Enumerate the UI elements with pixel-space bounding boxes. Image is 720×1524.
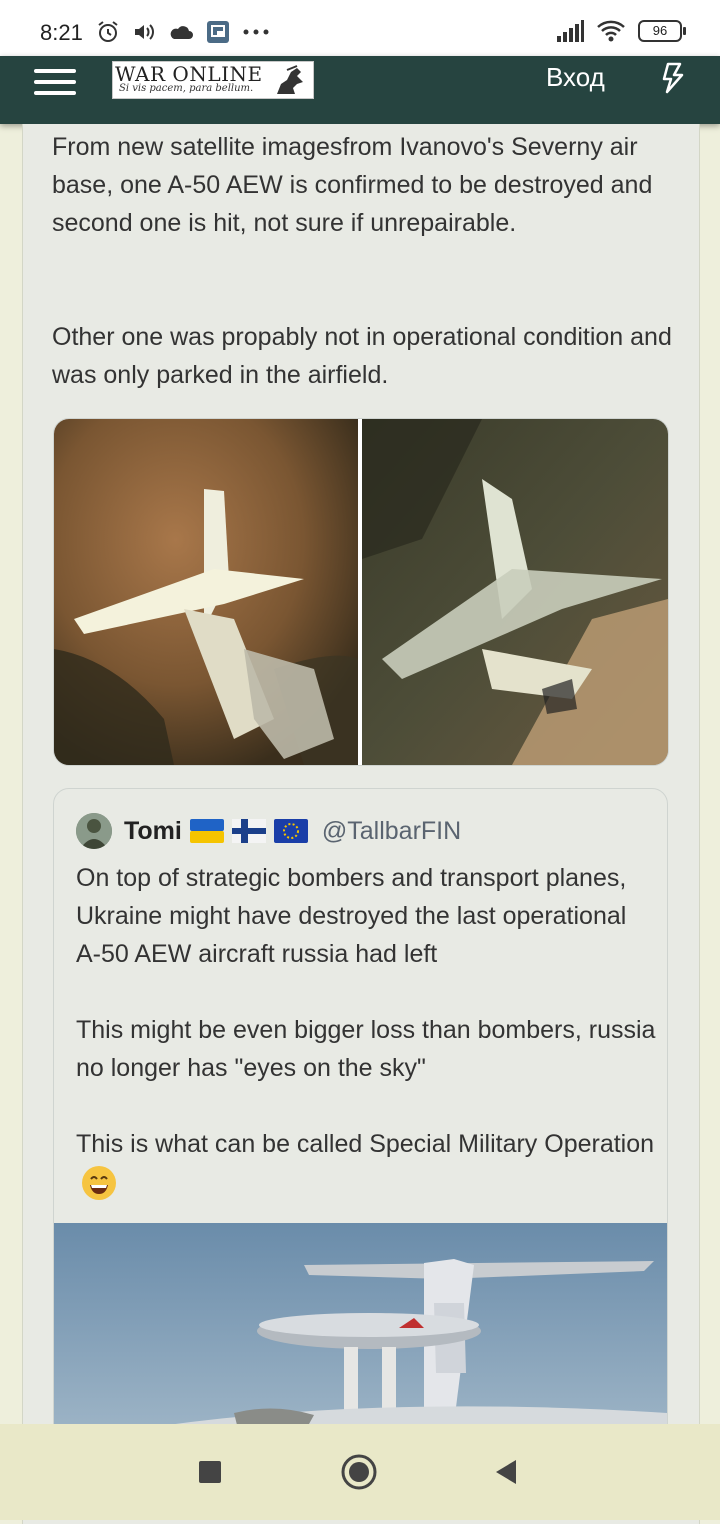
battery-icon: 96 bbox=[638, 20, 686, 42]
alarm-icon bbox=[98, 21, 118, 42]
author-handle[interactable]: @TallbarFIN bbox=[322, 817, 461, 846]
knight-horse-icon bbox=[277, 65, 303, 94]
login-link[interactable]: Вход bbox=[546, 62, 605, 93]
tweet-paragraph: This might be even bigger loss than bomb… bbox=[76, 1016, 656, 1082]
satellite-image-1[interactable] bbox=[54, 419, 358, 765]
signal-icon bbox=[557, 20, 584, 42]
cloud-icon bbox=[170, 26, 193, 39]
tweet-text: This is what can be called Special Milit… bbox=[76, 1130, 655, 1158]
tweet-paragraph: On top of strategic bombers and transpor… bbox=[76, 864, 627, 968]
lightning-icon[interactable] bbox=[659, 62, 685, 94]
wifi-icon bbox=[597, 20, 625, 42]
eu-flag-icon bbox=[273, 819, 308, 843]
quoted-tweet[interactable]: Tomi @TallbarFIN On top of strategic bom… bbox=[53, 788, 668, 1490]
aircraft-photo[interactable] bbox=[54, 1223, 667, 1433]
home-icon[interactable] bbox=[341, 1454, 377, 1490]
logo-motto: Si vis pacem, para bellum. bbox=[119, 83, 254, 94]
tweet-paragraph: This is what can be called Special Milit… bbox=[76, 1125, 656, 1201]
cast-icon bbox=[207, 21, 229, 43]
site-header: WAR ONLINE Si vis pacem, para bellum. Вх… bbox=[0, 56, 720, 124]
menu-icon[interactable] bbox=[34, 62, 76, 98]
system-navigation-bar bbox=[0, 1424, 720, 1520]
site-logo[interactable]: WAR ONLINE Si vis pacem, para bellum. bbox=[112, 61, 314, 99]
satellite-image-gallery[interactable] bbox=[53, 418, 669, 766]
ukraine-flag-icon bbox=[189, 819, 224, 843]
post-paragraph: From new satellite imagesfrom Ivanovo's … bbox=[52, 133, 653, 237]
more-dots-icon bbox=[243, 29, 269, 35]
satellite-image-2[interactable] bbox=[362, 419, 668, 765]
status-bar: 8:21 96 bbox=[0, 0, 720, 56]
tweet-author: Tomi @TallbarFIN bbox=[76, 813, 461, 849]
avatar[interactable] bbox=[76, 813, 112, 849]
back-icon[interactable] bbox=[494, 1458, 518, 1486]
clock: 8:21 bbox=[40, 20, 83, 45]
grinning-emoji bbox=[82, 1166, 116, 1201]
volume-icon bbox=[135, 24, 154, 40]
author-name[interactable]: Tomi bbox=[124, 817, 182, 846]
post-paragraph: Other one was propably not in operationa… bbox=[52, 323, 672, 389]
stop-icon[interactable] bbox=[198, 1460, 222, 1484]
finland-flag-icon bbox=[231, 819, 266, 843]
